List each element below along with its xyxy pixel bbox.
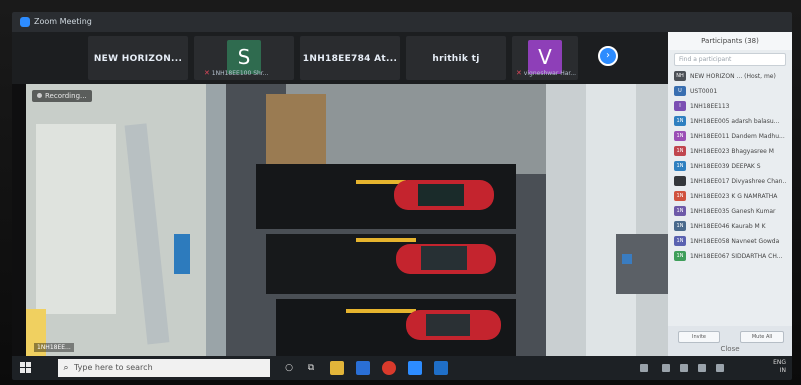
gallery-sub-text: 1NH18EE100 Shr...	[211, 70, 269, 77]
video-name-label: 1NH18EE...	[34, 343, 74, 352]
participant-avatar: 1N	[674, 146, 686, 156]
search-icon: ⌕	[63, 363, 69, 373]
invite-button[interactable]: Invite	[678, 331, 720, 343]
title-bar: Zoom Meeting	[12, 12, 792, 32]
tray-chevron-icon[interactable]	[640, 364, 648, 372]
tray-lang: ENG	[773, 359, 786, 366]
participant-name: 1NH18EE017 Divyashree Chan...	[690, 178, 786, 185]
app-icon[interactable]	[434, 361, 448, 375]
gallery-name: hrithik tj	[432, 54, 480, 64]
participant-row[interactable]: 1N 1NH18EE035 Ganesh Kumar	[668, 204, 792, 219]
participant-row[interactable]: NH NEW HORIZON ... (Host, me)	[668, 69, 792, 84]
gallery-sub-text: vigneshwar Har...	[523, 70, 577, 77]
participant-name: 1NH18EE058 Navneet Gowda	[690, 238, 780, 245]
recording-label: Recording...	[45, 92, 87, 100]
close-panel-button[interactable]: Close	[668, 345, 792, 353]
participants-header: Participants (38)	[668, 32, 792, 50]
participant-name: 1NH18EE039 DEEPAK S	[690, 163, 761, 170]
main-video[interactable]: Recording... 1NH18EE...	[26, 84, 668, 356]
windows-start-icon[interactable]	[20, 362, 32, 374]
participant-avatar: I	[674, 101, 686, 111]
participant-name: 1NH18EE023 Bhagyasree M	[690, 148, 774, 155]
zoom-taskbar-icon[interactable]	[408, 361, 422, 375]
camera-feed	[26, 84, 668, 356]
participant-row[interactable]: 1NH18EE017 Divyashree Chan...	[668, 174, 792, 189]
mute-all-button[interactable]: Mute All	[740, 331, 784, 343]
muted-icon: ✕	[516, 69, 522, 77]
participant-avatar: NH	[674, 71, 686, 81]
participant-row[interactable]: 1N 1NH18EE011 Dandem Madhu...	[668, 129, 792, 144]
participant-search-input[interactable]: Find a participant	[674, 53, 786, 66]
participant-avatar: 1N	[674, 191, 686, 201]
participant-name: 1NH18EE046 Kaurab M K	[690, 223, 766, 230]
gallery-tile[interactable]: NEW HORIZON...	[88, 36, 188, 80]
gallery-sub: ✕ vigneshwar Har...	[516, 69, 576, 77]
participants-footer: Invite Mute All Close	[668, 326, 792, 356]
participant-avatar: 1N	[674, 221, 686, 231]
gallery-name: 1NH18EE784 At...	[302, 54, 398, 64]
participant-row[interactable]: I 1NH18EE113	[668, 99, 792, 114]
participant-name: 1NH18EE067 SIDDARTHA CH...	[690, 253, 783, 260]
battery-icon[interactable]	[698, 364, 706, 372]
participants-panel: Participants (38) Find a participant NH N…	[668, 32, 792, 356]
taskbar: ⌕ Type here to search ○ ⧉ ENG IN	[12, 356, 792, 380]
participant-name: 1NH18EE011 Dandem Madhu...	[690, 133, 785, 140]
tray-region: IN	[779, 367, 786, 374]
participant-avatar: 1N	[674, 116, 686, 126]
taskbar-search-placeholder: Type here to search	[74, 363, 153, 372]
gallery-tile[interactable]: hrithik tj	[406, 36, 506, 80]
gallery-name: NEW HORIZON...	[93, 54, 183, 64]
participant-name: UST0001	[690, 88, 718, 95]
gallery-sub: ✕ 1NH18EE100 Shr...	[204, 69, 268, 77]
participant-avatar: U	[674, 86, 686, 96]
participant-avatar	[674, 176, 686, 186]
participant-row[interactable]: U UST0001	[668, 84, 792, 99]
cortana-icon[interactable]: ○	[282, 361, 296, 375]
tray-app-icon[interactable]	[716, 364, 724, 372]
muted-icon: ✕	[204, 69, 210, 77]
recording-indicator: Recording...	[32, 90, 92, 102]
participant-row[interactable]: 1N 1NH18EE067 SIDDARTHA CH...	[668, 249, 792, 264]
participant-row[interactable]: 1N 1NH18EE005 adarsh balasu...	[668, 114, 792, 129]
gallery-strip: NEW HORIZON... S ✕ 1NH18EE100 Shr... 1NH…	[12, 32, 668, 84]
recording-dot-icon	[37, 93, 42, 98]
task-view-icon[interactable]: ⧉	[304, 361, 318, 375]
gallery-tile[interactable]: 1NH18EE784 At...	[300, 36, 400, 80]
file-explorer-icon[interactable]	[330, 361, 344, 375]
participants-list: NH NEW HORIZON ... (Host, me) U UST0001 I 1NH…	[668, 69, 792, 264]
participant-row[interactable]: 1N 1NH18EE039 DEEPAK S	[668, 159, 792, 174]
volume-icon[interactable]	[680, 364, 688, 372]
participant-avatar: 1N	[674, 251, 686, 261]
participant-avatar: 1N	[674, 236, 686, 246]
screen: Zoom Meeting NEW HORIZON... S ✕ 1NH18EE1…	[12, 12, 792, 380]
participant-row[interactable]: 1N 1NH18EE023 Bhagyasree M	[668, 144, 792, 159]
window-title: Zoom Meeting	[34, 17, 92, 26]
participant-name: 1NH18EE035 Ganesh Kumar	[690, 208, 776, 215]
participant-row[interactable]: 1N 1NH18EE058 Navneet Gowda	[668, 234, 792, 249]
participant-avatar: 1N	[674, 131, 686, 141]
taskbar-search-input[interactable]: ⌕ Type here to search	[58, 359, 270, 377]
zoom-logo-icon	[20, 17, 30, 27]
gallery-tile[interactable]: V ✕ vigneshwar Har...	[512, 36, 578, 80]
participant-row[interactable]: 1N 1NH18EE023 K G NAMRATHA	[668, 189, 792, 204]
gallery-tile[interactable]: S ✕ 1NH18EE100 Shr...	[194, 36, 294, 80]
participant-name: NEW HORIZON ... (Host, me)	[690, 73, 776, 80]
next-page-icon[interactable]: ›	[598, 46, 618, 66]
network-icon[interactable]	[662, 364, 670, 372]
language-indicator[interactable]: ENG IN	[773, 359, 786, 375]
participant-name: 1NH18EE023 K G NAMRATHA	[690, 193, 778, 200]
participant-avatar: 1N	[674, 206, 686, 216]
participant-name: 1NH18EE005 adarsh balasu...	[690, 118, 780, 125]
participant-name: 1NH18EE113	[690, 103, 730, 110]
chrome-icon[interactable]	[382, 361, 396, 375]
mail-icon[interactable]	[356, 361, 370, 375]
participant-avatar: 1N	[674, 161, 686, 171]
participant-row[interactable]: 1N 1NH18EE046 Kaurab M K	[668, 219, 792, 234]
